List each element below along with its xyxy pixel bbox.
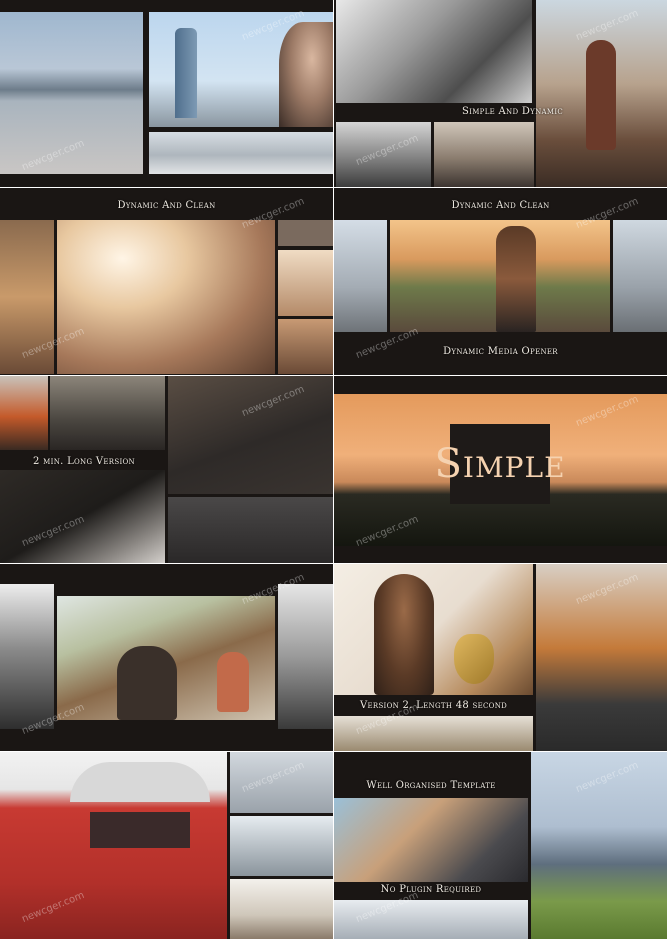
tile-dynamic-clean-2: Dynamic And Clean Dynamic Media Opener n… (334, 188, 667, 375)
tile-waterfront: newcger.com newcger.com (0, 0, 333, 187)
photo-street-small-2 (434, 122, 534, 187)
title-card: Simple (435, 424, 565, 504)
photo-bw-right (278, 584, 333, 729)
photo-building-right-3 (278, 319, 333, 374)
tile-simple-title: Simple newcger.com newcger.com (334, 376, 667, 563)
photo-woman-balcony (57, 220, 275, 374)
photo-woman-sunlit-street (390, 220, 610, 332)
tile-simple-dynamic: Simple And Dynamic newcger.com newcger.c… (334, 0, 667, 187)
preview-collage: newcger.com newcger.com Simple And Dynam… (0, 0, 667, 939)
photo-woman-street-bw (336, 0, 532, 103)
photo-tower (149, 12, 333, 127)
photo-interior (230, 879, 333, 939)
photo-left-city (334, 220, 387, 332)
photo-ship-railing (230, 816, 333, 876)
photo-couple (334, 798, 528, 882)
tile-well-organised: Well Organised Template No Plugin Requir… (334, 752, 667, 939)
photo-building-right-1 (278, 220, 333, 246)
tile-cafe: newcger.com newcger.com (0, 564, 333, 751)
tile-version-2: Version 2. Length 48 second newcger.com … (334, 564, 667, 751)
caption: Version 2. Length 48 second (359, 700, 508, 711)
photo-gray-panel (168, 497, 333, 563)
photo-bw-left (0, 584, 54, 729)
tile-dynamic-clean-1: Dynamic And Clean newcger.com newcger.co… (0, 188, 333, 375)
photo-saxophonist (334, 564, 533, 695)
caption: 2 min. Long Version (33, 456, 135, 467)
photo-person-red (0, 376, 48, 450)
photo-dark-coat (50, 376, 165, 450)
tile-ship: newcger.com newcger.com (0, 752, 333, 939)
photo-right-city (613, 220, 667, 332)
photo-building-right-2 (278, 250, 333, 316)
photo-harbor-skyline (149, 132, 333, 174)
photo-chalkboard-menu (168, 376, 333, 494)
caption: Well Organised Template (366, 780, 496, 791)
tile-long-version: 2 min. Long Version newcger.com newcger.… (0, 376, 333, 563)
caption: Simple And Dynamic (462, 106, 564, 117)
caption: No Plugin Required (380, 884, 482, 895)
photo-cafe-window (57, 596, 275, 720)
title-text: Simple (434, 441, 566, 487)
